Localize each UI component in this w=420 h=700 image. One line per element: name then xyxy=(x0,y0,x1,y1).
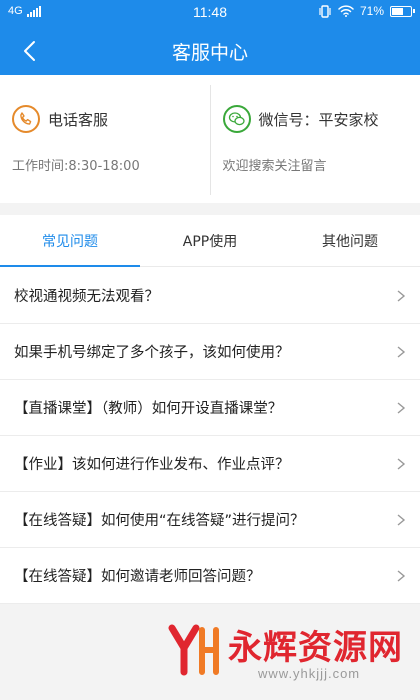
title-bar: 客服中心 xyxy=(0,26,420,75)
faq-item[interactable]: 【作业】该如何进行作业发布、作业点评？ xyxy=(0,436,420,492)
faq-item[interactable]: 校视通视频无法观看？ xyxy=(0,268,420,324)
chevron-right-icon xyxy=(397,514,406,526)
chevron-right-icon xyxy=(397,290,406,302)
phone-service-label: 电话客服 xyxy=(48,110,109,129)
tab-app-usage[interactable]: APP使用 xyxy=(140,215,280,266)
page-title: 客服中心 xyxy=(171,42,248,64)
section-gap xyxy=(0,203,420,215)
battery-percent: 71% xyxy=(359,4,384,18)
wifi-icon xyxy=(338,5,354,17)
faq-item[interactable]: 如果手机号绑定了多个孩子，该如何使用？ xyxy=(0,324,420,380)
faq-list: 校视通视频无法观看？ 如果手机号绑定了多个孩子，该如何使用？ 【直播课堂】（教师… xyxy=(0,268,420,604)
wechat-id-label: 微信号：平安家校 xyxy=(258,110,379,129)
faq-question: 【作业】该如何进行作业发布、作业点评？ xyxy=(14,457,290,473)
phone-service[interactable]: 电话客服 工作时间:8:30-18:00 xyxy=(0,75,210,203)
watermark: 永辉资源网 www.yhkjjj.com xyxy=(162,614,412,694)
wechat-icon xyxy=(222,105,251,133)
faq-question: 【在线答疑】如何邀请老师回答问题？ xyxy=(14,569,261,585)
phone-icon xyxy=(12,105,40,133)
faq-item[interactable]: 【在线答疑】如何使用“在线答疑”进行提问？ xyxy=(0,492,420,548)
chevron-right-icon xyxy=(397,402,406,414)
faq-question: 【直播课堂】（教师）如何开设直播课堂？ xyxy=(14,401,283,417)
watermark-text: 永辉资源网 xyxy=(228,628,403,668)
faq-item[interactable]: 【直播课堂】（教师）如何开设直播课堂？ xyxy=(0,380,420,436)
faq-item[interactable]: 【在线答疑】如何邀请老师回答问题？ xyxy=(0,548,420,604)
faq-question: 【在线答疑】如何使用“在线答疑”进行提问？ xyxy=(14,513,305,529)
service-hours: 工作时间:8:30-18:00 xyxy=(12,159,140,174)
status-bar: 4G 11:48 71% xyxy=(0,0,420,26)
tab-common-questions[interactable]: 常见问题 xyxy=(0,215,140,267)
watermark-url: www.yhkjjj.com xyxy=(258,666,361,681)
faq-question: 如果手机号绑定了多个孩子，该如何使用？ xyxy=(14,345,290,361)
chevron-right-icon xyxy=(397,458,406,470)
vibrate-icon xyxy=(319,4,331,18)
app-header: 4G 11:48 71% 客服中心 xyxy=(0,0,420,75)
chevron-right-icon xyxy=(397,570,406,582)
wechat-service[interactable]: 微信号：平安家校 欢迎搜索关注留言 xyxy=(211,75,420,203)
watermark-logo-icon xyxy=(168,624,219,676)
wechat-note: 欢迎搜索关注留言 xyxy=(222,159,327,174)
tab-other-questions[interactable]: 其他问题 xyxy=(280,215,420,266)
faq-question: 校视通视频无法观看？ xyxy=(14,289,159,305)
contact-panel: 电话客服 工作时间:8:30-18:00 微信号：平安家校 欢迎搜索关注留言 xyxy=(0,75,420,203)
faq-tabs: 常见问题 APP使用 其他问题 xyxy=(0,215,420,267)
battery-icon xyxy=(390,5,415,17)
chevron-right-icon xyxy=(397,346,406,358)
